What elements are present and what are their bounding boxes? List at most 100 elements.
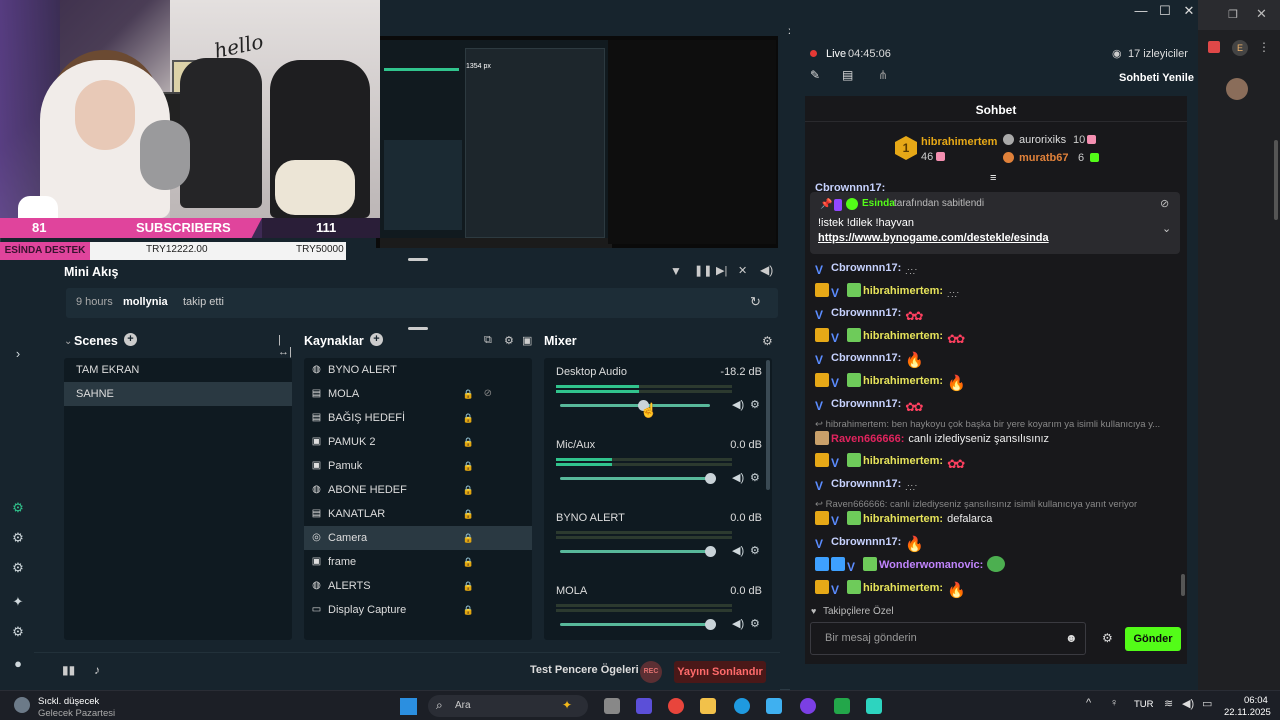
chat-message[interactable]: Vhibrahimertem: 🔥 [815,577,966,599]
clock-time[interactable]: 06:04 [1244,695,1268,706]
volume-fader[interactable] [560,619,716,630]
chevron-down-icon[interactable]: ⌄ [1162,222,1171,235]
minimize-icon[interactable]: — [1132,2,1150,20]
channel-settings-icon[interactable]: ⚙ [750,471,760,484]
tray-chevron-icon[interactable]: ^ [1086,697,1091,709]
file-explorer-icon[interactable] [700,698,716,714]
source-item[interactable]: ▤ KANATLAR 🔒 [304,502,532,526]
test-widgets-label[interactable]: Test Pencere Ögeleri [530,664,639,676]
weather-title[interactable]: Sıckl. düşecek [38,696,99,707]
notification-bell-icon[interactable]: ♪ [94,663,100,677]
chat-message[interactable]: V Cbrownnn17: ∴∵ [815,257,923,279]
chat-username[interactable]: Cbrownnn17: [831,307,901,319]
browser-restore-icon[interactable]: ❐ [1228,8,1238,21]
mic-tray-icon[interactable]: ♀ [1110,697,1118,709]
channel-settings-icon[interactable]: ⚙ [750,544,760,557]
language-indicator[interactable]: TUR [1134,699,1154,710]
task-view-icon[interactable] [604,698,620,714]
chat-message[interactable]: V Cbrownnn17: ✿✿ [815,302,923,324]
lock-icon[interactable]: 🔒 [463,382,474,406]
expand-leaderboard-icon[interactable]: ≡ [990,172,996,184]
lock-icon[interactable]: 🔒 [463,478,474,502]
chat-username[interactable]: Cbrownnn17: [831,536,901,548]
pinned-link[interactable]: https://www.bynogame.com/destekle/esinda [818,232,1049,244]
scrollbar[interactable] [1274,140,1278,220]
chrome-icon[interactable] [668,698,684,714]
chat-username[interactable]: hibrahimertem: [863,330,943,342]
settings-icon[interactable]: ⚙ [10,624,26,640]
refresh-chat-button[interactable]: Sohbeti Yenile [1119,72,1194,84]
chat-message[interactable]: Vhibrahimertem: ✿✿ [815,325,965,347]
volume-fader[interactable] [560,473,716,484]
source-item[interactable]: ◍ ALERTS 🔒 [304,574,532,598]
chat-input[interactable]: Bir mesaj gönderin ☻ [810,622,1086,655]
fader-knob[interactable] [705,546,716,557]
volume-icon[interactable]: ◀) [1182,697,1194,710]
chat-username[interactable]: Raven666666: [831,433,904,445]
hide-pin-icon[interactable]: ⊘ [1160,197,1169,210]
chat-message[interactable]: Raven666666: canlı izlediyseniz şansılısı… [815,428,1049,450]
chat-message[interactable]: Vhibrahimertem: ✿✿ [815,450,965,472]
send-button[interactable]: Gönder [1125,627,1181,651]
source-item[interactable]: ◎ Camera 🔒 [304,526,532,550]
user-icon[interactable]: ● [10,656,26,672]
source-group-icon[interactable]: ⧉ [484,334,492,347]
resize-handle[interactable] [408,327,428,330]
wifi-icon[interactable]: ≋ [1164,697,1173,710]
clip-icon[interactable]: ▤ [842,68,853,82]
fader-knob[interactable] [705,473,716,484]
replay-icon[interactable]: ↻ [750,294,761,310]
chat-username[interactable]: hibrahimertem: [863,513,943,525]
add-folder-icon[interactable]: ▣ [522,334,532,347]
feed-item[interactable]: 9 hours mollynia takip etti ↻ [66,288,778,318]
volume-fader[interactable] [560,546,716,557]
emoji-icon[interactable]: ☻ [1065,631,1078,645]
expand-chevron-icon[interactable]: › [10,346,26,362]
source-item[interactable]: ▤ MOLA 🔒 ⊘ [304,382,532,406]
edit-icon[interactable]: ✎ [810,68,820,82]
fader-knob[interactable] [705,619,716,630]
extension-icon[interactable] [1208,41,1220,53]
scene-transition-icon[interactable]: |↔| [278,334,294,358]
scene-item-selected[interactable]: SAHNE [64,382,292,406]
chat-message[interactable]: V Cbrownnn17: ✿✿ [815,393,923,415]
chat-message[interactable]: V Cbrownnn17: 🔥 [815,347,924,369]
filter-icon[interactable]: ▼ [670,264,682,278]
source-item[interactable]: ▭ Display Capture 🔒 [304,598,532,622]
pinned-message[interactable]: 📌 Esinda tarafından sabitlendi ⊘ !istek … [810,192,1180,254]
taskbar-search[interactable]: ⌕ Ara ✦ [428,695,588,717]
chat-username[interactable]: hibrahimertem: [863,455,943,467]
volume-icon[interactable]: ◀) [760,263,773,277]
windows-start-icon[interactable] [400,698,417,715]
scene-item[interactable]: TAM EKRAN [64,358,264,382]
sparkle-icon[interactable]: ✦ [10,594,26,610]
share-icon[interactable]: ⋔ [878,68,888,82]
chat-settings-icon[interactable]: ⚙ [1102,631,1113,645]
source-item[interactable]: ◍ ABONE HEDEF 🔒 [304,478,532,502]
chat-username[interactable]: hibrahimertem: [863,582,943,594]
record-button[interactable]: REC [640,661,662,683]
chat-username[interactable]: Wonderwomanovic: [879,559,983,571]
channel-settings-icon[interactable]: ⚙ [750,617,760,630]
mixer-scrollbar[interactable] [766,360,770,490]
skip-icon[interactable]: ▶| [716,264,727,277]
chat-username[interactable]: hibrahimertem: [863,375,943,387]
volume-fader[interactable] [560,400,710,411]
avatar[interactable] [1226,78,1248,100]
lock-icon[interactable]: 🔒 [463,574,474,598]
mixer-settings-icon[interactable]: ⚙ [762,334,773,348]
xbox-icon[interactable] [834,698,850,714]
add-scene-icon[interactable]: + [124,333,137,346]
profile-e-icon[interactable]: E [1232,40,1248,56]
lock-icon[interactable]: 🔒 [463,430,474,454]
chat-username[interactable]: Cbrownnn17: [831,478,901,490]
lock-icon[interactable]: 🔒 [463,502,474,526]
source-item[interactable]: ▣ PAMUK 2 🔒 [304,430,532,454]
mute-icon[interactable]: ◀) [732,544,744,557]
dashboard-icon[interactable]: ⚙ [10,500,26,516]
chat-message[interactable]: Vhibrahimertem: defalarca [815,508,992,530]
lock-icon[interactable]: 🔒 [463,526,474,550]
source-properties-icon[interactable]: ⚙ [504,334,514,347]
end-stream-button[interactable]: Yayını Sonlandır [674,661,766,683]
mute-alerts-icon[interactable]: ✕ [738,264,747,277]
